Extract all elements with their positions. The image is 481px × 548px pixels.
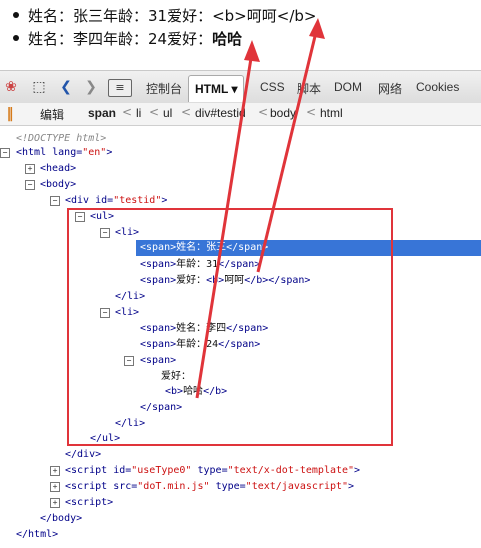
tag-name: <div — [65, 195, 90, 206]
tag-name: </body> — [40, 513, 83, 524]
attr-value: "testid" — [113, 195, 162, 206]
attr-name: lang= — [52, 147, 83, 158]
tag-bracket: > — [161, 195, 168, 206]
tag-name: <html — [16, 147, 47, 158]
div-close-node: </div> — [65, 448, 101, 462]
attr-name: id= — [95, 195, 114, 206]
div-node[interactable]: <div id="testid"> — [65, 194, 167, 208]
script-node[interactable]: <script id="useType0" type="text/x-dot-t… — [65, 464, 360, 478]
attr-name: type= — [197, 465, 228, 476]
tag-bracket: > — [106, 147, 113, 158]
tag-name: <script — [65, 465, 108, 476]
attr-value: "en" — [82, 147, 107, 158]
tag-name: <body> — [40, 179, 77, 190]
collapse-toggle[interactable]: − — [25, 180, 35, 190]
expand-toggle[interactable]: + — [50, 498, 60, 508]
expand-toggle[interactable]: + — [25, 164, 35, 174]
tag-name: <script — [65, 481, 108, 492]
collapse-toggle[interactable]: − — [50, 196, 60, 206]
body-close-node: </body> — [40, 512, 82, 526]
dom-tree: <!DOCTYPE html> − <html lang="en"> + <he… — [0, 0, 481, 548]
tag-name: <head> — [40, 163, 77, 174]
attr-name: id= — [113, 465, 132, 476]
attr-value: "useType0" — [131, 465, 192, 476]
doctype-text: <!DOCTYPE html> — [16, 133, 107, 144]
script-node[interactable]: <script> — [65, 496, 113, 510]
script-node[interactable]: <script src="doT.min.js" type="text/java… — [65, 480, 354, 494]
attr-value: "doT.min.js" — [137, 481, 210, 492]
tag-name: </div> — [65, 449, 102, 460]
tag-name: </html> — [16, 529, 59, 540]
body-node[interactable]: <body> — [40, 178, 76, 192]
head-node[interactable]: <head> — [40, 162, 76, 176]
attr-value: "text/x-dot-template" — [227, 465, 355, 476]
annotation-highlight-box — [67, 208, 393, 446]
attr-value: "text/javascript" — [245, 481, 349, 492]
attr-name: src= — [113, 481, 138, 492]
tag-name: <script> — [65, 497, 114, 508]
expand-toggle[interactable]: + — [50, 466, 60, 476]
tag-bracket: > — [348, 481, 355, 492]
html-close-node: </html> — [16, 528, 58, 542]
attr-name: type= — [215, 481, 246, 492]
expand-toggle[interactable]: + — [50, 482, 60, 492]
html-node[interactable]: <html lang="en"> — [16, 146, 112, 160]
collapse-toggle[interactable]: − — [0, 148, 10, 158]
doctype-node: <!DOCTYPE html> — [16, 132, 106, 146]
tag-bracket: > — [354, 465, 361, 476]
